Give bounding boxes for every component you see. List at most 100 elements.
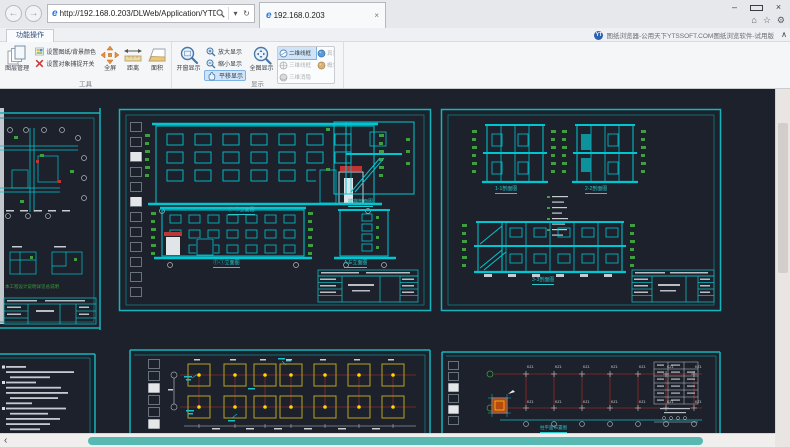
zoom-in-icon — [206, 47, 216, 57]
scrollbar-corner — [775, 433, 790, 447]
distance-ruler-icon — [123, 45, 143, 65]
sheet-sections: 1-1剖面图 2-2剖面图 3-3剖面图 — [440, 108, 722, 312]
drawing-title-section-1: 1-1剖面图 — [495, 186, 517, 194]
svg-text:KZ1: KZ1 — [583, 365, 590, 369]
zoom-in-button[interactable]: 放大显示 — [204, 46, 246, 57]
fullscreen-button[interactable]: 全屏 — [100, 44, 120, 73]
layers-icon — [7, 45, 27, 65]
visual-style-3d-wireframe[interactable]: 三维线框 — [278, 59, 316, 71]
sheet-plan-partial-drawing — [0, 100, 107, 332]
forward-icon: → — [29, 8, 39, 19]
drawing-title-section-2: 2-2剖面图 — [585, 186, 607, 194]
snap-toggle-icon — [35, 59, 44, 68]
realistic-sphere-icon — [317, 49, 326, 58]
sheet-foundation-plan-drawing — [128, 348, 432, 433]
zoom-out-button[interactable]: 缩小显示 — [204, 58, 246, 69]
sheet-elevations-drawing — [118, 108, 432, 312]
magnifier-fit-icon — [252, 45, 272, 65]
url-text: http://192.168.0.203/DLWeb/Application/Y… — [60, 9, 216, 18]
window-controls: – × — [728, 2, 785, 13]
visual-style-realistic[interactable]: 真实 — [316, 47, 334, 59]
minimize-button[interactable]: – — [728, 2, 741, 13]
vertical-scrollbar-thumb[interactable] — [778, 123, 788, 273]
tab-close-icon[interactable]: × — [372, 11, 381, 20]
ribbon-collapse-icon[interactable]: ∧ — [781, 30, 787, 39]
wireframe-3d-icon — [279, 61, 288, 70]
browser-tab[interactable]: e 192.168.0.203 × — [259, 2, 386, 28]
set-osnap-button[interactable]: 设置对象捕捉开关 — [33, 58, 98, 69]
svg-text:KZ1: KZ1 — [611, 365, 618, 369]
scroll-left-arrow-icon[interactable]: ‹ — [4, 435, 7, 446]
svg-text:KZ1: KZ1 — [639, 365, 646, 369]
svg-text:KZ1: KZ1 — [695, 400, 702, 404]
drawing-title-section-3: 3-3剖面图 — [532, 277, 554, 285]
tools-group-label: 工具 — [0, 78, 171, 88]
svg-text:KZ1: KZ1 — [695, 365, 702, 369]
forward-button[interactable]: → — [25, 5, 42, 22]
sheet-sections-drawing — [440, 108, 722, 312]
sheet-foundation-plan — [128, 348, 432, 433]
ribbon-group-display: 开窗显示 放大显示 缩小显示 — [172, 42, 344, 88]
drawing-title-elevation-bottom: ⑦-①立面图 — [213, 260, 240, 268]
autocomplete-dropdown-icon[interactable]: ▾ — [230, 9, 241, 18]
area-polygon-icon — [147, 45, 167, 65]
drawing-title-column-plan: 柱平面布置图 — [540, 425, 567, 433]
app-caption-text: 图纸浏览器-公用天下YTSSOFT.COM图纸浏览软件-试用版 — [606, 30, 774, 40]
back-button[interactable]: ← — [5, 5, 22, 22]
drawing-title-side-elevation: A-E立面图 — [344, 260, 367, 268]
svg-text:KZ1: KZ1 — [611, 400, 618, 404]
svg-text:KZ1: KZ1 — [639, 400, 646, 404]
display-group-label: 显示 — [172, 78, 343, 88]
visual-style-2d-wireframe[interactable]: 二维线框 — [278, 47, 316, 59]
layer-manager-button[interactable]: 图层管理 — [3, 44, 31, 73]
favorites-icon[interactable]: ☆ — [763, 15, 771, 26]
address-bar[interactable]: e http://192.168.0.203/DLWeb/Application… — [47, 4, 255, 23]
svg-text:KZ1: KZ1 — [555, 365, 562, 369]
horizontal-scrollbar[interactable]: ‹ — [0, 433, 790, 447]
browser-window: ← → e http://192.168.0.203/DLWeb/Applica… — [0, 0, 790, 447]
horizontal-scrollbar-thumb[interactable] — [88, 437, 703, 445]
search-icon[interactable] — [216, 9, 227, 18]
sheet-column-plan-drawing: KZ1 KZ1 KZ1 KZ1 KZ1 KZ1 KZ1 — [440, 350, 722, 433]
sheet-plan-partial: 本工程设计说明详见总说明 — [0, 100, 107, 332]
ie-toolbar: ⌂ ☆ ⚙ — [751, 15, 785, 26]
ie-favicon-icon: e — [52, 8, 58, 19]
fit-view-button[interactable]: 全图显示 — [248, 44, 275, 73]
app-caption: YT 图纸浏览器-公用天下YTSSOFT.COM图纸浏览软件-试用版 — [594, 28, 774, 42]
back-icon: ← — [9, 8, 19, 19]
tools-small-column: 设置图纸/背景颜色 设置对象捕捉开关 — [33, 44, 98, 69]
svg-text:KZ1: KZ1 — [583, 400, 590, 404]
color-settings-icon — [35, 47, 44, 56]
restore-icon — [750, 5, 763, 11]
measure-area-button[interactable]: 面积 — [146, 44, 168, 73]
fullscreen-arrows-icon — [100, 45, 120, 65]
drawing-title-stair-section: 楼梯剖面图 — [348, 199, 373, 207]
address-separator — [228, 7, 229, 20]
display-small-column: 放大显示 缩小显示 平移显示 — [204, 44, 246, 81]
conceptual-sphere-icon — [317, 61, 326, 70]
sheet-notes-drawing — [0, 352, 97, 433]
drawing-title-elevation-top: ①-⑦立面图 — [228, 207, 255, 215]
notes-text: 本工程设计说明详见总说明 — [5, 284, 59, 290]
tab-favicon-icon: e — [266, 10, 272, 21]
restore-button[interactable] — [750, 2, 763, 13]
sheet-elevations: ①-⑦立面图 楼梯剖面图 ⑦-①立面图 A-E立面图 — [118, 108, 432, 312]
visual-style-conceptual[interactable]: 概念 — [316, 59, 334, 71]
wireframe-2d-icon — [279, 49, 288, 58]
cad-canvas[interactable]: 本工程设计说明详见总说明 — [0, 89, 790, 433]
tab-function-operations[interactable]: 功能操作 — [6, 29, 54, 42]
svg-text:KZ1: KZ1 — [527, 400, 534, 404]
window-zoom-button[interactable]: 开窗显示 — [175, 44, 202, 73]
close-button[interactable]: × — [772, 2, 785, 13]
magnifier-window-icon — [179, 45, 199, 65]
ribbon: 图层管理 设置图纸/背景颜色 设置对象捕捉开关 — [0, 42, 790, 89]
vertical-scrollbar[interactable] — [775, 89, 790, 433]
home-icon[interactable]: ⌂ — [751, 15, 756, 26]
settings-gear-icon[interactable]: ⚙ — [777, 15, 785, 26]
ribbon-tab-row: 功能操作 YT 图纸浏览器-公用天下YTSSOFT.COM图纸浏览软件-试用版 … — [0, 28, 790, 42]
refresh-icon[interactable]: ↻ — [241, 9, 252, 18]
sheet-notes — [0, 352, 97, 433]
measure-distance-button[interactable]: 距离 — [122, 44, 144, 73]
set-color-button[interactable]: 设置图纸/背景颜色 — [33, 46, 98, 57]
sheet-column-plan: KZ1 KZ1 KZ1 KZ1 KZ1 KZ1 KZ1 — [440, 350, 722, 433]
